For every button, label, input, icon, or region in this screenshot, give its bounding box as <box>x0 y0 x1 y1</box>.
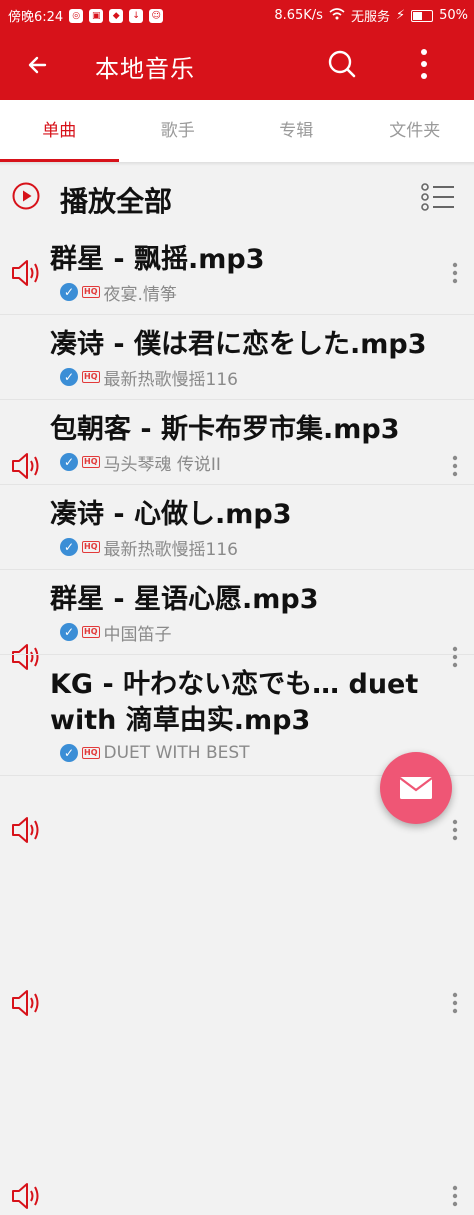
song-meta: ✓ HQ 中国笛子 <box>60 618 474 654</box>
speaker-icon <box>10 815 42 845</box>
song-meta: ✓ HQ 最新热歌慢摇116 <box>60 363 474 399</box>
status-time: 傍晚6:24 <box>8 6 63 25</box>
page-title: 本地音乐 <box>95 49 195 84</box>
tab-artists[interactable]: 歌手 <box>119 100 238 162</box>
back-arrow-icon[interactable] <box>22 50 54 80</box>
song-meta: ✓ HQ 夜宴.情筝 <box>60 278 474 314</box>
search-icon[interactable] <box>326 48 358 80</box>
song-album: 最新热歌慢摇116 <box>104 535 238 560</box>
play-all-label[interactable]: 播放全部 <box>60 180 172 220</box>
multi-select-list-icon[interactable] <box>420 182 456 212</box>
android-notification-icon: ☺ <box>149 9 163 23</box>
app-bar: 本地音乐 <box>0 30 474 100</box>
downloaded-check-icon: ✓ <box>60 538 78 556</box>
hq-badge-icon: HQ <box>82 747 100 759</box>
shield-notification-icon: ◆ <box>109 9 123 23</box>
tab-bar: 单曲 歌手 专辑 文件夹 <box>0 100 474 162</box>
song-more-icon[interactable] <box>452 819 458 841</box>
song-meta: ✓ HQ 马头琴魂 传说II <box>60 448 474 484</box>
song-list: 群星 - 飘摇.mp3 ✓ HQ 夜宴.情筝 凑诗 - 僕は君に恋をした.mp3… <box>0 230 474 776</box>
hq-badge-icon: HQ <box>82 626 100 638</box>
network-speed: 8.65K/s <box>274 8 323 23</box>
song-more-icon[interactable] <box>452 1185 458 1207</box>
status-bar: 傍晚6:24 ◎ ▣ ◆ ↓ ☺ 8.65K/s 无服务 ⚡ 50% <box>0 0 474 30</box>
song-album: DUET WITH BEST <box>104 743 250 763</box>
song-title: 包朝客 - 斯卡布罗市集.mp3 <box>50 400 442 448</box>
app-notification-icon: ▣ <box>89 9 103 23</box>
speaker-icon <box>10 1181 42 1211</box>
song-album: 夜宴.情筝 <box>104 280 177 305</box>
charging-icon: ⚡ <box>396 8 405 23</box>
tab-songs[interactable]: 单曲 <box>0 100 119 162</box>
hq-badge-icon: HQ <box>82 541 100 553</box>
weibo-notification-icon: ◎ <box>69 9 83 23</box>
hq-badge-icon: HQ <box>82 456 100 468</box>
song-more-icon[interactable] <box>452 262 458 284</box>
downloaded-check-icon: ✓ <box>60 368 78 386</box>
downloaded-check-icon: ✓ <box>60 744 78 762</box>
tab-albums[interactable]: 专辑 <box>237 100 356 162</box>
download-notification-icon: ↓ <box>129 9 143 23</box>
battery-icon <box>411 10 433 22</box>
carrier-status: 无服务 <box>351 6 390 25</box>
song-row[interactable]: 群星 - 星语心愿.mp3 ✓ HQ 中国笛子 <box>0 570 474 655</box>
song-row[interactable]: 群星 - 飘摇.mp3 ✓ HQ 夜宴.情筝 <box>0 230 474 315</box>
envelope-icon <box>380 752 452 824</box>
song-more-icon[interactable] <box>452 992 458 1014</box>
speaker-icon <box>10 258 42 288</box>
wifi-icon <box>329 8 345 24</box>
tab-folders[interactable]: 文件夹 <box>356 100 474 162</box>
play-circle-icon[interactable] <box>12 182 40 210</box>
song-meta: ✓ HQ 最新热歌慢摇116 <box>60 533 474 569</box>
hq-badge-icon: HQ <box>82 286 100 298</box>
tab-divider <box>0 162 474 166</box>
battery-percent: 50% <box>439 8 468 23</box>
song-title: 群星 - 星语心愿.mp3 <box>50 570 442 618</box>
song-title: 凑诗 - 僕は君に恋をした.mp3 <box>50 315 442 363</box>
song-album: 中国笛子 <box>104 620 172 645</box>
downloaded-check-icon: ✓ <box>60 623 78 641</box>
downloaded-check-icon: ✓ <box>60 453 78 471</box>
song-title: 群星 - 飘摇.mp3 <box>50 230 442 278</box>
song-row[interactable]: 包朝客 - 斯卡布罗市集.mp3 ✓ HQ 马头琴魂 传说II <box>0 400 474 485</box>
song-row[interactable]: 凑诗 - 心做し.mp3 ✓ HQ 最新热歌慢摇116 <box>0 485 474 570</box>
downloaded-check-icon: ✓ <box>60 283 78 301</box>
overflow-menu-icon[interactable] <box>416 46 432 82</box>
speaker-icon <box>10 988 42 1018</box>
play-all-row[interactable]: 播放全部 <box>0 168 474 226</box>
hq-badge-icon: HQ <box>82 371 100 383</box>
song-title: 凑诗 - 心做し.mp3 <box>50 485 442 533</box>
song-album: 马头琴魂 传说II <box>104 450 221 475</box>
song-album: 最新热歌慢摇116 <box>104 365 238 390</box>
song-title: KG - 叶わない恋でも… duet with 滴草由实.mp3 <box>50 655 442 739</box>
mail-fab-button[interactable] <box>380 752 452 824</box>
song-row[interactable]: 凑诗 - 僕は君に恋をした.mp3 ✓ HQ 最新热歌慢摇116 <box>0 315 474 400</box>
